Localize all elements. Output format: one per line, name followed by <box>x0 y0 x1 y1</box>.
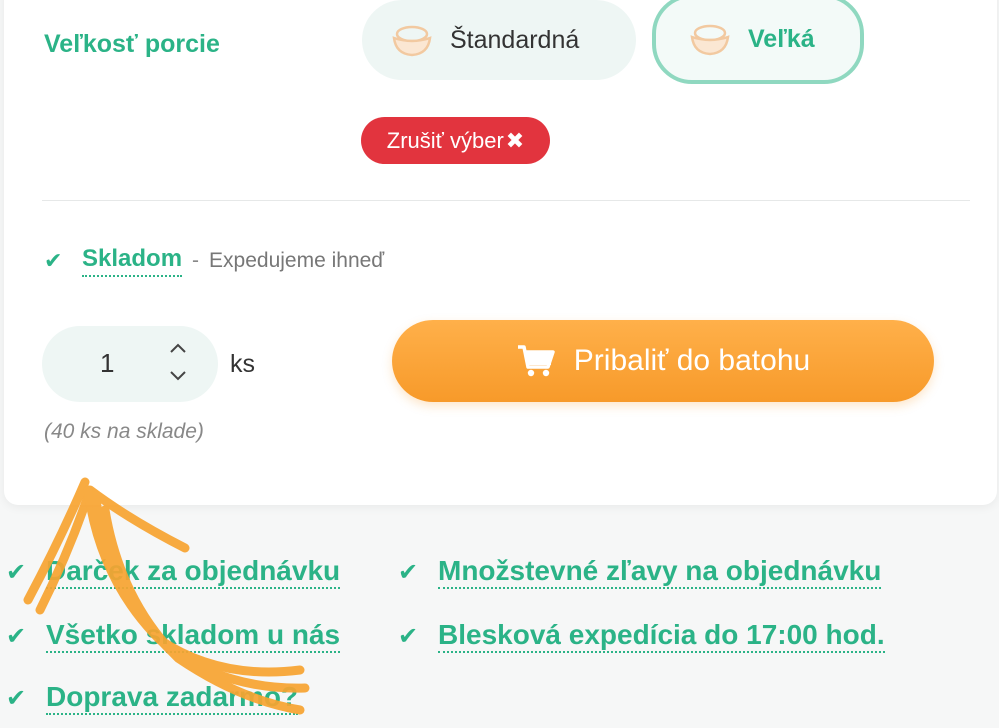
benefit-volume-discount[interactable]: ✔ Množstevné zľavy na objednávku <box>398 555 882 589</box>
stock-separator: - <box>192 249 200 272</box>
check-icon: ✔ <box>44 248 63 273</box>
benefit-express-shipping-label[interactable]: Blesková expedícia do 17:00 hod. <box>438 619 885 653</box>
check-icon: ✔ <box>398 622 419 650</box>
portion-option-large-label: Veľká <box>748 24 815 53</box>
portion-size-label: Veľkosť porcie <box>44 30 220 58</box>
benefit-free-shipping-label[interactable]: Doprava zadarmo? <box>46 681 299 715</box>
clear-selection-button[interactable]: Zrušiť výber ✖ <box>361 117 550 164</box>
chevron-up-icon[interactable] <box>166 342 190 358</box>
portion-option-large[interactable]: Veľká <box>652 0 864 84</box>
benefit-express-shipping[interactable]: ✔ Blesková expedícia do 17:00 hod. <box>398 619 885 653</box>
quantity-available: (40 ks na sklade) <box>44 420 204 443</box>
quantity-value[interactable]: 1 <box>100 348 114 379</box>
benefit-volume-discount-label[interactable]: Množstevné zľavy na objednávku <box>438 555 882 589</box>
benefit-gift[interactable]: ✔ Darček za objednávku <box>6 555 341 589</box>
clear-selection-label: Zrušiť výber <box>386 127 504 153</box>
benefit-free-shipping[interactable]: ✔ Doprava zadarmo? <box>6 681 299 715</box>
quantity-stepper[interactable]: 1 <box>42 326 218 402</box>
stock-status-link[interactable]: Skladom <box>82 245 183 277</box>
portion-option-standard[interactable]: Štandardná <box>362 0 636 80</box>
benefits-list: ✔ Darček za objednávku ✔ Množstevné zľav… <box>0 555 999 728</box>
stock-status: ✔ Skladom - Expedujeme ihneď <box>44 245 384 277</box>
quantity-unit: ks <box>230 350 255 378</box>
add-to-cart-label: Pribaliť do batohu <box>573 344 811 377</box>
check-icon: ✔ <box>6 558 27 586</box>
check-icon: ✔ <box>6 622 27 650</box>
benefit-gift-label[interactable]: Darček za objednávku <box>46 555 341 589</box>
check-icon: ✔ <box>398 558 419 586</box>
purchase-card: Veľkosť porcie Štandardná Veľká Zrušiť v… <box>4 0 997 505</box>
check-icon: ✔ <box>6 684 27 712</box>
benefit-in-stock[interactable]: ✔ Všetko skladom u nás <box>6 619 341 653</box>
chevron-down-icon[interactable] <box>166 370 190 386</box>
bowl-icon <box>690 24 730 56</box>
stock-note: Expedujeme ihneď <box>209 249 385 272</box>
close-icon: ✖ <box>505 127 525 153</box>
bowl-icon <box>392 25 432 57</box>
cart-icon <box>517 345 555 377</box>
add-to-cart-button[interactable]: Pribaliť do batohu <box>392 320 934 402</box>
divider <box>42 200 970 201</box>
product-purchase-panel: Veľkosť porcie Štandardná Veľká Zrušiť v… <box>0 0 999 728</box>
benefit-in-stock-label[interactable]: Všetko skladom u nás <box>46 619 341 653</box>
portion-option-standard-label: Štandardná <box>450 25 580 54</box>
